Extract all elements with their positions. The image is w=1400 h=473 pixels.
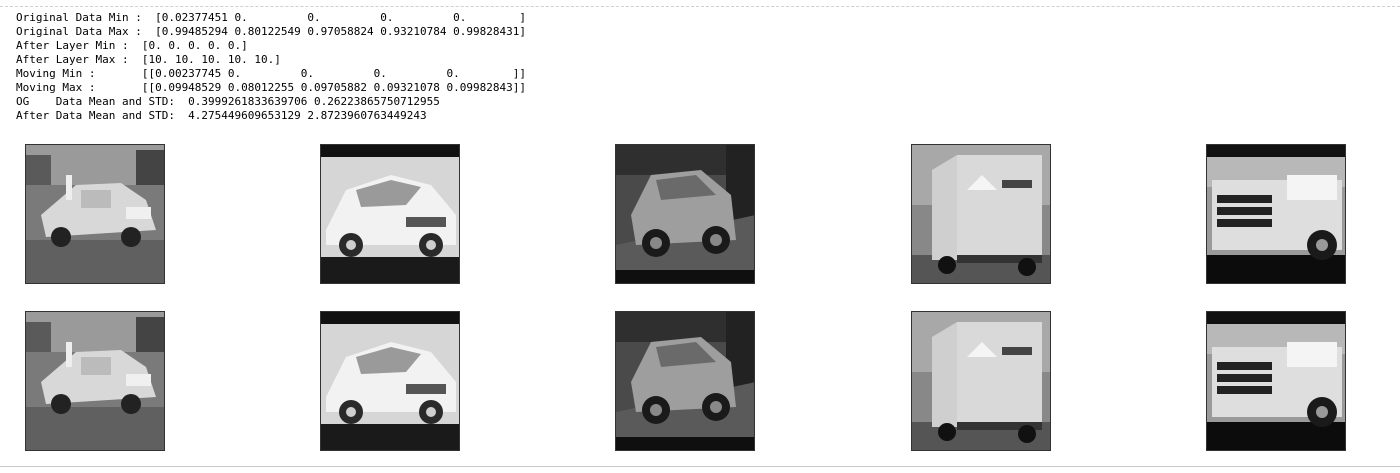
image-after-1 <box>25 311 165 451</box>
small-smart-car-image <box>616 312 754 450</box>
stdout-line-original-max: Original Data Max : [0.99485294 0.801225… <box>16 25 526 38</box>
image-original-1 <box>25 144 165 284</box>
grey-vehicle-street-image <box>26 145 164 283</box>
image-after-2 <box>320 311 460 451</box>
grey-vehicle-street-image <box>26 312 164 450</box>
image-after-5 <box>1206 311 1346 451</box>
delivery-truck-rear-image <box>912 312 1050 450</box>
cell-bottom-divider <box>0 466 1400 467</box>
stdout-line-after-min: After Layer Min : [0. 0. 0. 0. 0.] <box>16 39 248 52</box>
stdout-line-after-mean-std: After Data Mean and STD: 4.2754496096531… <box>16 109 427 122</box>
stdout-text: Original Data Min : [0.02377451 0. 0. 0.… <box>16 11 1386 123</box>
white-hatchback-car-image <box>321 145 459 283</box>
stdout-line-moving-max: Moving Max : [[0.09948529 0.08012255 0.0… <box>16 81 526 94</box>
cell-output-area: Original Data Min : [0.02377451 0. 0. 0.… <box>16 11 1386 123</box>
stdout-line-moving-min: Moving Min : [[0.00237745 0. 0. 0. 0. ]] <box>16 67 526 80</box>
stdout-line-og-mean-std: OG Data Mean and STD: 0.3999261833639706… <box>16 95 440 108</box>
image-original-3 <box>615 144 755 284</box>
small-smart-car-image <box>616 145 754 283</box>
image-original-2 <box>320 144 460 284</box>
fire-truck-side-image <box>1207 145 1345 283</box>
white-hatchback-car-image <box>321 312 459 450</box>
delivery-truck-rear-image <box>912 145 1050 283</box>
stdout-line-original-min: Original Data Min : [0.02377451 0. 0. 0.… <box>16 11 526 24</box>
cell-top-divider <box>0 6 1400 7</box>
image-after-3 <box>615 311 755 451</box>
stdout-line-after-max: After Layer Max : [10. 10. 10. 10. 10.] <box>16 53 281 66</box>
image-original-4 <box>911 144 1051 284</box>
image-grid <box>25 144 1347 452</box>
fire-truck-side-image <box>1207 312 1345 450</box>
image-after-4 <box>911 311 1051 451</box>
image-original-5 <box>1206 144 1346 284</box>
